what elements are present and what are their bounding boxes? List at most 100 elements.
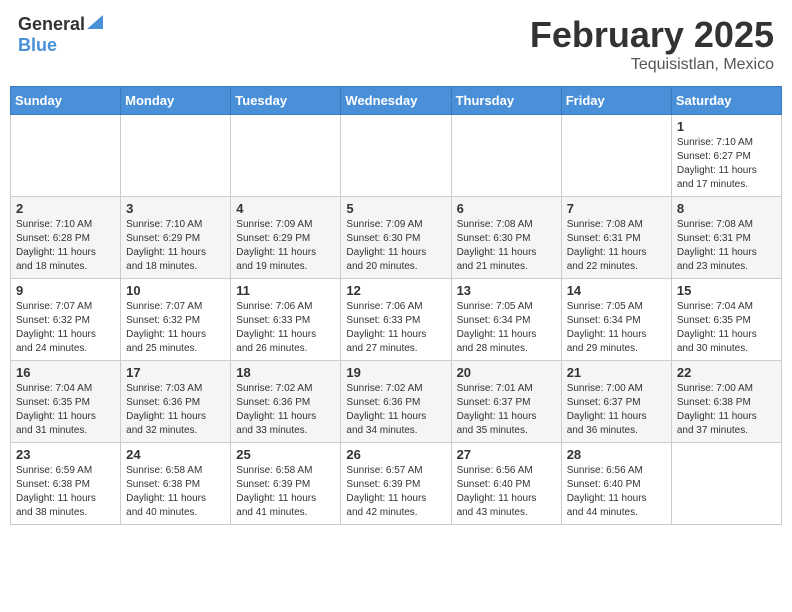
day-info: Sunrise: 7:08 AMSunset: 6:31 PMDaylight:…	[567, 218, 666, 274]
calendar-table: SundayMondayTuesdayWednesdayThursdayFrid…	[10, 86, 782, 525]
calendar-day-cell: 14 Sunrise: 7:05 AMSunset: 6:34 PMDayligh…	[561, 279, 671, 361]
day-number: 10	[126, 283, 225, 298]
day-number: 18	[236, 365, 335, 380]
calendar-day-cell: 18 Sunrise: 7:02 AMSunset: 6:36 PMDayligh…	[231, 361, 341, 443]
day-info: Sunrise: 6:59 AMSunset: 6:38 PMDaylight:…	[16, 464, 115, 520]
calendar-day-cell: 6 Sunrise: 7:08 AMSunset: 6:30 PMDaylight…	[451, 197, 561, 279]
day-info: Sunrise: 6:58 AMSunset: 6:38 PMDaylight:…	[126, 464, 225, 520]
day-number: 2	[16, 201, 115, 216]
calendar-day-cell: 22Sunrise: 7:00 AMSunset: 6:38 PMDayligh…	[671, 361, 781, 443]
day-of-week-header: Thursday	[451, 87, 561, 115]
day-number: 16	[16, 365, 115, 380]
calendar-day-cell: 21Sunrise: 7:00 AMSunset: 6:37 PMDayligh…	[561, 361, 671, 443]
logo: General Blue	[18, 14, 103, 56]
day-info: Sunrise: 7:08 AMSunset: 6:31 PMDaylight:…	[677, 218, 776, 274]
calendar-day-cell: 24 Sunrise: 6:58 AMSunset: 6:38 PMDayligh…	[121, 443, 231, 525]
day-number: 24	[126, 447, 225, 462]
calendar-day-cell: 26Sunrise: 6:57 AMSunset: 6:39 PMDayligh…	[341, 443, 451, 525]
calendar-day-cell: 2 Sunrise: 7:10 AMSunset: 6:28 PMDaylight…	[11, 197, 121, 279]
day-of-week-header: Saturday	[671, 87, 781, 115]
calendar-day-cell: 19 Sunrise: 7:02 AMSunset: 6:36 PMDayligh…	[341, 361, 451, 443]
day-info: Sunrise: 7:02 AMSunset: 6:36 PMDaylight:…	[236, 382, 335, 438]
calendar-day-cell: 25 Sunrise: 6:58 AMSunset: 6:39 PMDayligh…	[231, 443, 341, 525]
calendar-day-cell: 15 Sunrise: 7:04 AMSunset: 6:35 PMDayligh…	[671, 279, 781, 361]
day-info: Sunrise: 6:58 AMSunset: 6:39 PMDaylight:…	[236, 464, 335, 520]
day-number: 17	[126, 365, 225, 380]
day-info: Sunrise: 7:09 AMSunset: 6:29 PMDaylight:…	[236, 218, 335, 274]
day-number: 25	[236, 447, 335, 462]
day-info: Sunrise: 7:07 AMSunset: 6:32 PMDaylight:…	[126, 300, 225, 356]
day-info: Sunrise: 7:08 AMSunset: 6:30 PMDaylight:…	[457, 218, 556, 274]
day-info: Sunrise: 7:07 AMSunset: 6:32 PMDaylight:…	[16, 300, 115, 356]
calendar-day-cell: 10 Sunrise: 7:07 AMSunset: 6:32 PMDayligh…	[121, 279, 231, 361]
day-number: 15	[677, 283, 776, 298]
calendar-day-cell: 8 Sunrise: 7:08 AMSunset: 6:31 PMDaylight…	[671, 197, 781, 279]
calendar-day-cell: 7Sunrise: 7:08 AMSunset: 6:31 PMDaylight…	[561, 197, 671, 279]
day-info: Sunrise: 7:02 AMSunset: 6:36 PMDaylight:…	[346, 382, 445, 438]
day-info: Sunrise: 7:04 AMSunset: 6:35 PMDaylight:…	[677, 300, 776, 356]
month-year-title: February 2025	[530, 14, 774, 56]
calendar-week-row: 9 Sunrise: 7:07 AMSunset: 6:32 PMDaylight…	[11, 279, 782, 361]
calendar-day-cell: 13 Sunrise: 7:05 AMSunset: 6:34 PMDayligh…	[451, 279, 561, 361]
calendar-day-cell: 3Sunrise: 7:10 AMSunset: 6:29 PMDaylight…	[121, 197, 231, 279]
location-subtitle: Tequisistlan, Mexico	[530, 56, 774, 74]
day-number: 8	[677, 201, 776, 216]
calendar-header-row: SundayMondayTuesdayWednesdayThursdayFrid…	[11, 87, 782, 115]
day-of-week-header: Sunday	[11, 87, 121, 115]
day-info: Sunrise: 7:06 AMSunset: 6:33 PMDaylight:…	[236, 300, 335, 356]
calendar-day-cell: 4 Sunrise: 7:09 AMSunset: 6:29 PMDaylight…	[231, 197, 341, 279]
page-header: General Blue February 2025 Tequisistlan,…	[10, 10, 782, 78]
title-block: February 2025 Tequisistlan, Mexico	[530, 14, 774, 74]
calendar-day-cell: 9 Sunrise: 7:07 AMSunset: 6:32 PMDaylight…	[11, 279, 121, 361]
calendar-day-cell: 11 Sunrise: 7:06 AMSunset: 6:33 PMDayligh…	[231, 279, 341, 361]
calendar-day-cell: 28Sunrise: 6:56 AMSunset: 6:40 PMDayligh…	[561, 443, 671, 525]
calendar-week-row: 2 Sunrise: 7:10 AMSunset: 6:28 PMDaylight…	[11, 197, 782, 279]
day-number: 20	[457, 365, 556, 380]
day-info: Sunrise: 7:10 AMSunset: 6:29 PMDaylight:…	[126, 218, 225, 274]
calendar-day-cell	[231, 115, 341, 197]
logo-triangle-icon	[87, 15, 103, 29]
calendar-day-cell: 20 Sunrise: 7:01 AMSunset: 6:37 PMDayligh…	[451, 361, 561, 443]
logo-blue: Blue	[18, 35, 57, 55]
day-of-week-header: Friday	[561, 87, 671, 115]
day-number: 19	[346, 365, 445, 380]
day-info: Sunrise: 6:57 AMSunset: 6:39 PMDaylight:…	[346, 464, 445, 520]
day-number: 28	[567, 447, 666, 462]
day-number: 9	[16, 283, 115, 298]
day-info: Sunrise: 6:56 AMSunset: 6:40 PMDaylight:…	[457, 464, 556, 520]
calendar-week-row: 1 Sunrise: 7:10 AMSunset: 6:27 PMDaylight…	[11, 115, 782, 197]
day-of-week-header: Tuesday	[231, 87, 341, 115]
day-number: 4	[236, 201, 335, 216]
day-number: 13	[457, 283, 556, 298]
day-number: 1	[677, 119, 776, 134]
day-info: Sunrise: 7:10 AMSunset: 6:27 PMDaylight:…	[677, 136, 776, 192]
calendar-day-cell	[11, 115, 121, 197]
calendar-day-cell: 12 Sunrise: 7:06 AMSunset: 6:33 PMDayligh…	[341, 279, 451, 361]
day-number: 23	[16, 447, 115, 462]
day-number: 12	[346, 283, 445, 298]
day-info: Sunrise: 7:00 AMSunset: 6:38 PMDaylight:…	[677, 382, 776, 438]
day-info: Sunrise: 7:01 AMSunset: 6:37 PMDaylight:…	[457, 382, 556, 438]
calendar-week-row: 23 Sunrise: 6:59 AMSunset: 6:38 PMDayligh…	[11, 443, 782, 525]
day-number: 27	[457, 447, 556, 462]
calendar-day-cell: 27 Sunrise: 6:56 AMSunset: 6:40 PMDayligh…	[451, 443, 561, 525]
calendar-day-cell	[561, 115, 671, 197]
day-info: Sunrise: 7:05 AMSunset: 6:34 PMDaylight:…	[567, 300, 666, 356]
calendar-week-row: 16Sunrise: 7:04 AMSunset: 6:35 PMDayligh…	[11, 361, 782, 443]
day-number: 21	[567, 365, 666, 380]
calendar-day-cell	[671, 443, 781, 525]
day-info: Sunrise: 7:06 AMSunset: 6:33 PMDaylight:…	[346, 300, 445, 356]
calendar-day-cell: 1 Sunrise: 7:10 AMSunset: 6:27 PMDaylight…	[671, 115, 781, 197]
calendar-day-cell: 23 Sunrise: 6:59 AMSunset: 6:38 PMDayligh…	[11, 443, 121, 525]
day-info: Sunrise: 7:10 AMSunset: 6:28 PMDaylight:…	[16, 218, 115, 274]
day-number: 11	[236, 283, 335, 298]
day-number: 5	[346, 201, 445, 216]
calendar-day-cell: 16Sunrise: 7:04 AMSunset: 6:35 PMDayligh…	[11, 361, 121, 443]
day-number: 14	[567, 283, 666, 298]
logo-general: General	[18, 14, 85, 35]
day-number: 6	[457, 201, 556, 216]
calendar-day-cell: 5Sunrise: 7:09 AMSunset: 6:30 PMDaylight…	[341, 197, 451, 279]
calendar-day-cell	[451, 115, 561, 197]
day-info: Sunrise: 7:05 AMSunset: 6:34 PMDaylight:…	[457, 300, 556, 356]
calendar-day-cell	[341, 115, 451, 197]
